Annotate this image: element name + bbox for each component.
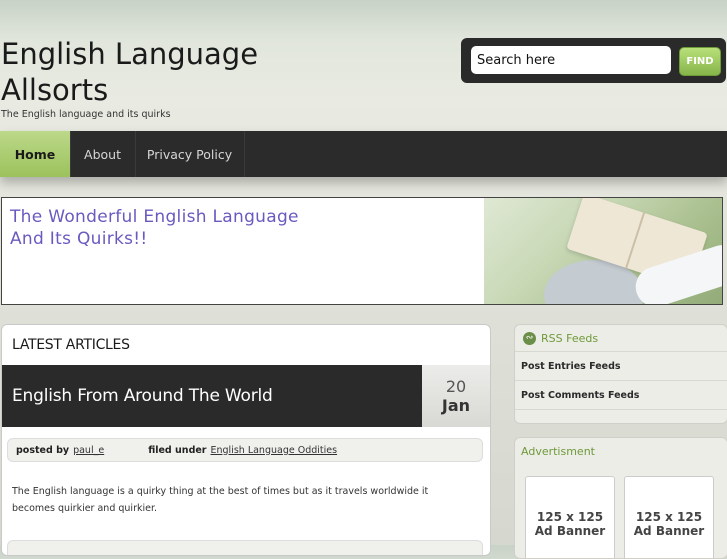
nav-item-home[interactable]: Home (0, 131, 71, 177)
rss-feeds-widget: ∾ RSS Feeds Post Entries Feeds Post Comm… (514, 324, 727, 424)
banner-line-2: And Its Quirks!! (10, 229, 148, 249)
post-meta: posted by paul_e filed under English Lan… (7, 438, 483, 462)
ad-banner-2[interactable]: 125 x 125 Ad Banner (624, 476, 714, 558)
posted-by-label: posted by (16, 444, 70, 456)
rss-widget-header: ∾ RSS Feeds (515, 325, 727, 352)
advertisement-widget: Advertisment 125 x 125 Ad Banner 125 x 1… (514, 437, 727, 559)
rss-icon: ∾ (523, 331, 536, 345)
post-title-bar: English From Around The World (2, 365, 422, 427)
nav-item-about[interactable]: About (70, 131, 136, 177)
rss-widget-title: RSS Feeds (541, 331, 599, 345)
banner-line-1: The Wonderful English Language (10, 207, 299, 227)
post-date-day: 20 (445, 377, 467, 396)
ad-banner-label: Ad Banner (633, 524, 705, 538)
post-date: 20 Jan (422, 365, 490, 427)
search-input[interactable] (471, 46, 671, 74)
nav-item-privacy-policy[interactable]: Privacy Policy (135, 131, 245, 177)
ad-banner-label: Ad Banner (534, 524, 606, 538)
post-excerpt: The English language is a quirky thing a… (12, 486, 429, 514)
author-link[interactable]: paul_e (73, 445, 104, 456)
search-form: FIND (461, 38, 726, 83)
filed-under-label: filed under (148, 444, 207, 456)
banner-photo-reading-book (484, 198, 722, 304)
main-navigation: Home About Privacy Policy (0, 131, 727, 177)
site-title[interactable]: English Language Allsorts (1, 36, 281, 108)
banner-headline: The Wonderful English Language And Its Q… (10, 206, 340, 250)
site-tagline: The English language and its quirks (1, 109, 171, 120)
ad-banner-size: 125 x 125 (536, 510, 604, 524)
post-title-link[interactable]: English From Around The World (12, 386, 273, 406)
ad-banner-1[interactable]: 125 x 125 Ad Banner (525, 476, 615, 558)
post-footer-bar (7, 540, 483, 555)
rss-link-post-comments[interactable]: Post Comments Feeds (515, 381, 727, 410)
rss-link-post-entries[interactable]: Post Entries Feeds (515, 352, 727, 381)
latest-articles-heading: LATEST ARTICLES (12, 337, 130, 353)
latest-articles-panel: LATEST ARTICLES English From Around The … (1, 324, 491, 556)
category-link[interactable]: English Language Oddities (211, 445, 338, 456)
post-date-month: Jan (441, 396, 471, 415)
header-banner: The Wonderful English Language And Its Q… (1, 197, 723, 305)
advertisement-title: Advertisment (521, 444, 595, 458)
ad-banner-size: 125 x 125 (635, 510, 703, 524)
find-button[interactable]: FIND (679, 47, 721, 76)
